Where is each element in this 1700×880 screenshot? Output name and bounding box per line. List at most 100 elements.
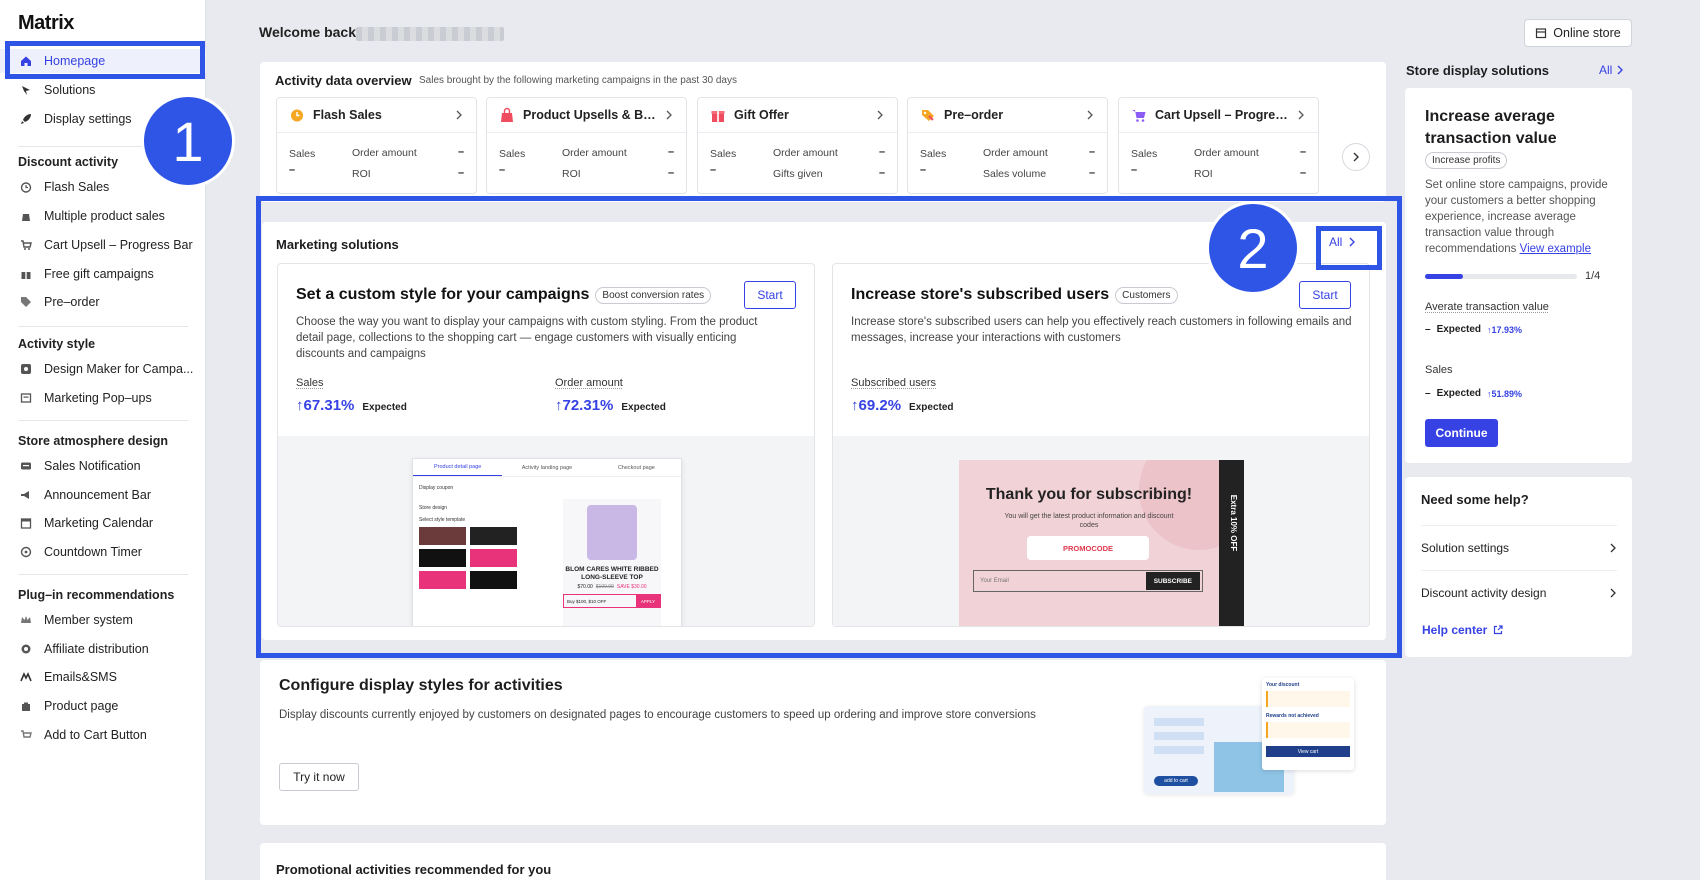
sidebar-item-design-maker[interactable]: Design Maker for Campa... bbox=[0, 357, 206, 381]
online-store-label: Online store bbox=[1553, 26, 1620, 40]
rocket-icon bbox=[18, 111, 34, 127]
sidebar-item-affiliate-distribution[interactable]: Affiliate distribution bbox=[0, 637, 206, 661]
metric-value: – bbox=[668, 146, 674, 158]
help-center-link[interactable]: Help center bbox=[1422, 623, 1503, 637]
sidebar-item-label: Member system bbox=[44, 613, 133, 627]
sidebar-item-marketing-calendar[interactable]: Marketing Calendar bbox=[0, 511, 206, 535]
activity-card-title: Gift Offer bbox=[734, 108, 867, 122]
cart-upsell-icon bbox=[1131, 107, 1147, 123]
metric-label: Averate transaction value bbox=[1425, 301, 1549, 313]
metric-label: Order amount bbox=[352, 147, 417, 159]
gift-icon bbox=[18, 266, 34, 282]
help-item-discount-activity-design[interactable]: Discount activity design bbox=[1421, 570, 1617, 614]
sidebar-item-emails-sms[interactable]: Emails&SMS bbox=[0, 665, 206, 689]
metric-value: – bbox=[1300, 167, 1306, 179]
chevron-right-icon bbox=[1609, 543, 1617, 553]
affiliate-icon bbox=[18, 641, 34, 657]
blurred-username bbox=[356, 27, 504, 41]
sidebar-item-label: Design Maker for Campa... bbox=[44, 362, 193, 376]
progress-fill bbox=[1425, 274, 1463, 279]
sidebar-item-product-page[interactable]: Product page bbox=[0, 694, 206, 718]
group-title-discount-activity: Discount activity bbox=[18, 155, 118, 169]
sidebar-item-label: Display settings bbox=[44, 112, 132, 126]
group-title-plugin-recommendations: Plug–in recommendations bbox=[18, 588, 174, 602]
app-logo: Matrix bbox=[18, 12, 74, 35]
external-link-icon bbox=[1493, 625, 1503, 635]
upsell-bag-icon bbox=[499, 107, 515, 123]
mock-add-to-cart: add to cart bbox=[1154, 776, 1198, 786]
sidebar-item-multiple-product-sales[interactable]: Multiple product sales bbox=[0, 204, 206, 228]
metric-value: – bbox=[879, 167, 885, 179]
configure-title: Configure display styles for activities bbox=[279, 677, 563, 695]
cart-button-icon bbox=[18, 727, 34, 743]
try-it-now-button[interactable]: Try it now bbox=[279, 763, 359, 791]
metric-label: Gifts given bbox=[773, 168, 823, 180]
metric-value: – bbox=[710, 164, 716, 176]
cart-icon bbox=[18, 237, 34, 253]
welcome-text: Welcome back, bbox=[259, 24, 360, 40]
activity-card-product-upsells[interactable]: Product Upsells & Bun... Sales Order amo… bbox=[486, 97, 687, 194]
divider bbox=[18, 326, 188, 327]
metric-value: – bbox=[920, 164, 926, 176]
activity-card-pre-order[interactable]: Pre–order Sales Order amount Sales volum… bbox=[907, 97, 1108, 194]
help-item-solution-settings[interactable]: Solution settings bbox=[1421, 525, 1617, 569]
sidebar-item-label: Affiliate distribution bbox=[44, 642, 149, 656]
chevron-right-icon bbox=[1085, 110, 1095, 120]
sidebar-item-member-system[interactable]: Member system bbox=[0, 608, 206, 632]
chevron-right-icon bbox=[454, 110, 464, 120]
crown-icon bbox=[18, 612, 34, 628]
megaphone-icon bbox=[18, 487, 34, 503]
promotional-title: Promotional activities recommended for y… bbox=[276, 862, 551, 877]
store-display-title: Store display solutions bbox=[1406, 63, 1549, 78]
metric-expected: Expected bbox=[1437, 388, 1481, 399]
metric-label: Order amount bbox=[773, 147, 838, 159]
activity-card-cart-upsell[interactable]: Cart Upsell – Progress ... Sales Order a… bbox=[1118, 97, 1319, 194]
gift-icon bbox=[710, 107, 726, 123]
store-display-description: Set online store campaigns, provide your… bbox=[1425, 177, 1620, 257]
metric-label: Sales volume bbox=[983, 168, 1046, 180]
sidebar-item-pre-order[interactable]: Pre–order bbox=[0, 290, 206, 314]
store-display-all-link[interactable]: All bbox=[1599, 63, 1624, 77]
metric-row: – Expected ↑51.89% bbox=[1425, 388, 1522, 399]
view-example-link[interactable]: View example bbox=[1520, 243, 1591, 255]
sidebar-item-marketing-popups[interactable]: Marketing Pop–ups bbox=[0, 386, 206, 410]
online-store-button[interactable]: Online store bbox=[1524, 19, 1632, 47]
sidebar-item-label: Add to Cart Button bbox=[44, 728, 147, 742]
timer-icon bbox=[18, 544, 34, 560]
sidebar-item-cart-upsell[interactable]: Cart Upsell – Progress Bar bbox=[0, 233, 206, 257]
sidebar-item-add-to-cart-button[interactable]: Add to Cart Button bbox=[0, 723, 206, 747]
activity-card-title: Pre–order bbox=[944, 108, 1077, 122]
metric-number: ↑51.89% bbox=[1487, 389, 1522, 399]
metric-value: – bbox=[289, 164, 295, 176]
continue-button[interactable]: Continue bbox=[1425, 419, 1498, 447]
sidebar-item-label: Free gift campaigns bbox=[44, 267, 154, 281]
help-title: Need some help? bbox=[1421, 492, 1529, 507]
activity-card-gift-offer[interactable]: Gift Offer Sales Order amount Gifts give… bbox=[697, 97, 898, 194]
annotation-highlight-1 bbox=[5, 41, 205, 79]
sidebar-item-label: Sales Notification bbox=[44, 459, 141, 473]
configure-description: Display discounts currently enjoyed by c… bbox=[279, 709, 1079, 721]
metric-label: Order amount bbox=[983, 147, 1048, 159]
sidebar-item-free-gift[interactable]: Free gift campaigns bbox=[0, 262, 206, 286]
sidebar-item-countdown-timer[interactable]: Countdown Timer bbox=[0, 540, 206, 564]
sidebar-item-label: Marketing Calendar bbox=[44, 516, 153, 530]
sidebar-item-label: Product page bbox=[44, 699, 118, 713]
chevron-right-icon bbox=[1296, 110, 1306, 120]
activity-overview-title: Activity data overview bbox=[275, 73, 412, 88]
metric-label: Order amount bbox=[562, 147, 627, 159]
chevron-right-icon bbox=[664, 110, 674, 120]
metric-value: – bbox=[879, 146, 885, 158]
scroll-right-button[interactable] bbox=[1342, 143, 1370, 171]
mock-rewards: Rewards not achieved bbox=[1266, 713, 1350, 719]
activity-card-flash-sales[interactable]: Flash Sales Sales Order amount ROI – – – bbox=[276, 97, 477, 194]
sidebar-item-label: Multiple product sales bbox=[44, 209, 165, 223]
sidebar-item-sales-notification[interactable]: Sales Notification bbox=[0, 454, 206, 478]
metric-number: ↑17.93% bbox=[1487, 325, 1522, 335]
sidebar-item-announcement-bar[interactable]: Announcement Bar bbox=[0, 483, 206, 507]
mock-your-discount: Your discount bbox=[1266, 682, 1350, 688]
sidebar-item-label: Announcement Bar bbox=[44, 488, 151, 502]
chevron-right-icon bbox=[1609, 588, 1617, 598]
metric-label: ROI bbox=[352, 168, 371, 180]
activity-card-title: Product Upsells & Bun... bbox=[523, 108, 656, 122]
annotation-badge-2: 2 bbox=[1206, 201, 1300, 295]
